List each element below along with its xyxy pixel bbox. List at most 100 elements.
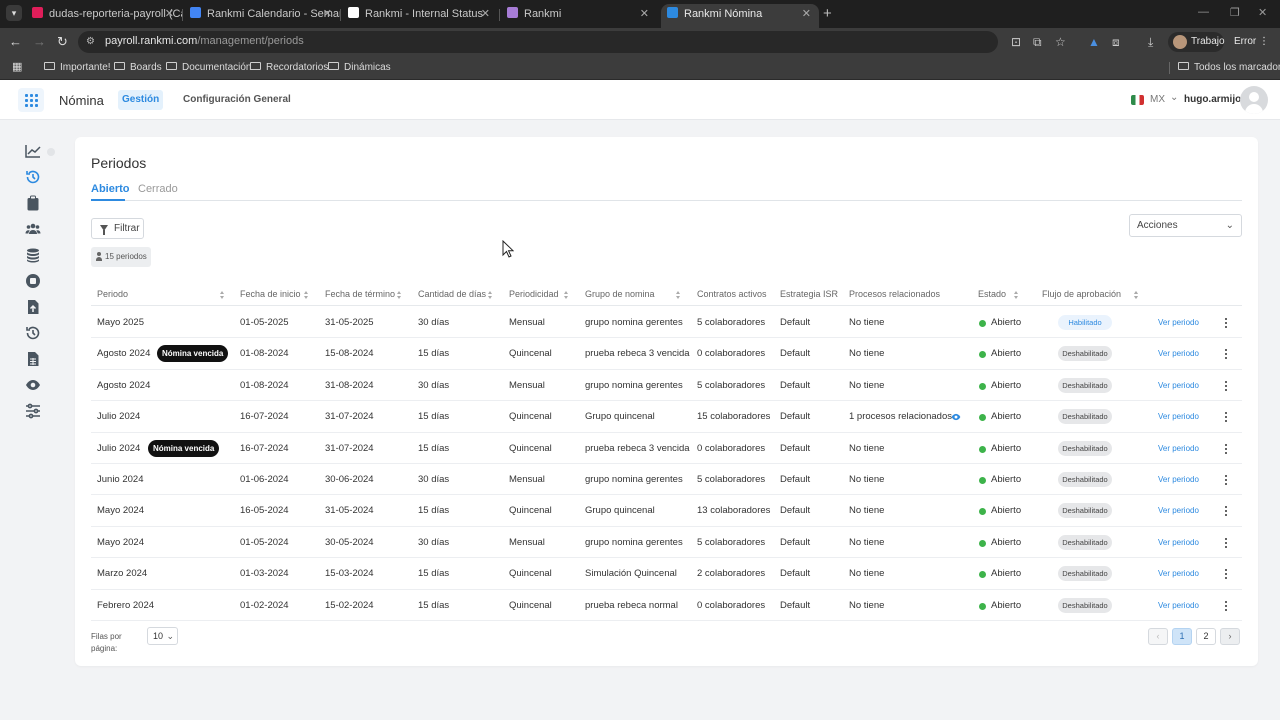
sort-arrows-icon[interactable] bbox=[488, 291, 493, 300]
more-vert-icon[interactable] bbox=[1220, 504, 1232, 518]
all-bookmarks-folder[interactable]: Todos los marcadores bbox=[1178, 61, 1280, 74]
view-period-link[interactable]: Ver periodo bbox=[1158, 412, 1199, 421]
drive-extension-icon[interactable]: ▲ bbox=[1088, 35, 1100, 49]
sort-arrows-icon[interactable] bbox=[564, 291, 569, 300]
install-app-icon[interactable]: ⊡ bbox=[1011, 35, 1021, 49]
view-period-link[interactable]: Ver periodo bbox=[1158, 538, 1199, 547]
actions-dropdown[interactable]: Acciones ⌄ bbox=[1129, 214, 1242, 237]
upload-file-icon[interactable] bbox=[25, 299, 41, 315]
sort-arrows-icon[interactable] bbox=[397, 291, 402, 300]
extensions-puzzle-icon[interactable]: ⧈ bbox=[1112, 35, 1120, 49]
more-vert-icon[interactable] bbox=[1220, 316, 1232, 330]
site-settings-icon[interactable]: ⚙ bbox=[86, 36, 98, 48]
table-row[interactable]: Julio 2024 16-07-2024 31-07-2024 15 días Qui… bbox=[91, 401, 1242, 433]
view-period-link[interactable]: Ver periodo bbox=[1158, 381, 1199, 390]
bookmark-star-icon[interactable]: ☆ bbox=[1055, 35, 1066, 49]
page-button-2[interactable]: 2 bbox=[1196, 628, 1216, 645]
user-avatar[interactable] bbox=[1240, 86, 1268, 114]
more-vert-icon[interactable] bbox=[1220, 442, 1232, 456]
history-icon[interactable] bbox=[25, 169, 41, 185]
maximize-icon[interactable]: ❐ bbox=[1230, 6, 1240, 19]
bookmark-folder[interactable]: Dinámicas bbox=[328, 61, 391, 74]
tab-close-icon[interactable]: ✕ bbox=[802, 4, 811, 24]
more-vert-icon[interactable] bbox=[1220, 347, 1232, 361]
forward-arrow-icon[interactable]: → bbox=[33, 34, 46, 50]
clipboard-icon[interactable] bbox=[25, 195, 41, 211]
page-button-1[interactable]: 1 bbox=[1172, 628, 1192, 645]
view-period-link[interactable]: Ver periodo bbox=[1158, 506, 1199, 515]
eye-icon[interactable] bbox=[951, 411, 961, 421]
browser-tab[interactable]: Rankmi - Internal Status ✕ bbox=[342, 4, 498, 28]
table-row[interactable]: Febrero 2024 01-02-2024 15-02-2024 15 días Q… bbox=[91, 590, 1242, 621]
column-header[interactable]: Estado bbox=[978, 289, 1006, 299]
reload-icon[interactable]: ↻ bbox=[57, 34, 68, 50]
bookmark-folder[interactable]: Importante! bbox=[44, 61, 111, 74]
column-header[interactable]: Estrategia ISR bbox=[780, 289, 838, 299]
profile-chip[interactable]: Trabajo bbox=[1168, 32, 1225, 52]
spreadsheet-icon[interactable] bbox=[25, 351, 41, 367]
sliders-icon[interactable] bbox=[25, 403, 41, 419]
chart-line-icon[interactable] bbox=[25, 143, 41, 159]
tab-close-icon[interactable]: ✕ bbox=[323, 4, 332, 24]
table-row[interactable]: Mayo 2025 01-05-2025 31-05-2025 30 días Mens… bbox=[91, 307, 1242, 339]
table-row[interactable]: Julio 2024 Nómina vencida 16-07-2024 31-07-… bbox=[91, 433, 1242, 464]
browser-tab[interactable]: Rankmi Nómina ✕ bbox=[661, 4, 819, 28]
tab-search-chevron-icon[interactable]: ▾ bbox=[6, 5, 22, 21]
more-vert-icon[interactable] bbox=[1220, 473, 1232, 487]
minimize-icon[interactable]: — bbox=[1198, 6, 1209, 18]
filter-button[interactable]: Filtrar bbox=[91, 218, 144, 239]
more-vert-icon[interactable] bbox=[1220, 536, 1232, 550]
browser-tab[interactable]: dudas-reporteria-payroll (Cana✕ bbox=[26, 4, 182, 28]
tab-cerrado[interactable]: Cerrado bbox=[138, 183, 178, 195]
download-icon[interactable]: ⤓ bbox=[1148, 35, 1153, 49]
column-header[interactable]: Periodicidad bbox=[509, 289, 559, 299]
tab-close-icon[interactable]: ✕ bbox=[165, 4, 174, 24]
more-vert-icon[interactable] bbox=[1220, 379, 1232, 393]
nav-configuracion-general[interactable]: Configuración General bbox=[183, 94, 291, 105]
url-text[interactable]: payroll.rankmi.com/management/periods bbox=[105, 35, 304, 47]
sort-arrows-icon[interactable] bbox=[220, 291, 225, 300]
sort-arrows-icon[interactable] bbox=[1134, 291, 1139, 300]
eye-icon[interactable] bbox=[25, 377, 41, 393]
bookmark-folder[interactable]: Boards bbox=[114, 61, 162, 74]
users-icon[interactable] bbox=[25, 221, 41, 237]
stop-circle-icon[interactable] bbox=[25, 273, 41, 289]
view-period-link[interactable]: Ver periodo bbox=[1158, 318, 1199, 327]
table-row[interactable]: Agosto 2024 Nómina vencida 01-08-2024 15-08… bbox=[91, 338, 1242, 370]
table-row[interactable]: Mayo 2024 16-05-2024 31-05-2024 15 días Quin… bbox=[91, 495, 1242, 527]
nav-gestion[interactable]: Gestión bbox=[118, 90, 164, 110]
table-row[interactable]: Mayo 2024 01-05-2024 30-05-2024 30 días Mens… bbox=[91, 527, 1242, 559]
sort-arrows-icon[interactable] bbox=[1014, 291, 1019, 300]
history-icon[interactable] bbox=[25, 325, 41, 341]
view-period-link[interactable]: Ver periodo bbox=[1158, 601, 1199, 610]
coins-icon[interactable] bbox=[25, 247, 41, 263]
error-button[interactable]: Error ⋮ bbox=[1234, 32, 1269, 52]
sort-arrows-icon[interactable] bbox=[304, 291, 309, 300]
view-period-link[interactable]: Ver periodo bbox=[1158, 569, 1199, 578]
translate-icon[interactable]: ⧉ bbox=[1033, 35, 1042, 49]
new-tab-plus-icon[interactable]: + bbox=[823, 4, 832, 24]
more-vert-icon[interactable] bbox=[1220, 599, 1232, 613]
mexico-flag-icon[interactable] bbox=[1131, 95, 1144, 105]
column-header[interactable]: Procesos relacionados bbox=[849, 289, 940, 299]
column-header[interactable]: Grupo de nomina bbox=[585, 289, 655, 299]
column-header[interactable]: Cantidad de días bbox=[418, 289, 486, 299]
close-window-icon[interactable]: ✕ bbox=[1258, 6, 1267, 19]
bookmark-folder[interactable]: Recordatorios bbox=[250, 61, 328, 74]
rows-per-page-select[interactable]: 10 ⌄ bbox=[147, 627, 178, 645]
column-header[interactable]: Fecha de término bbox=[325, 289, 395, 299]
url-omnibox[interactable]: ⚙ payroll.rankmi.com/management/periods bbox=[78, 31, 998, 53]
country-selector[interactable]: MX bbox=[1150, 94, 1165, 105]
view-period-link[interactable]: Ver periodo bbox=[1158, 475, 1199, 484]
column-header[interactable]: Periodo bbox=[97, 289, 128, 299]
table-row[interactable]: Junio 2024 01-06-2024 30-06-2024 30 días Men… bbox=[91, 464, 1242, 496]
next-page-button[interactable]: › bbox=[1220, 628, 1240, 645]
sort-arrows-icon[interactable] bbox=[676, 291, 681, 300]
username[interactable]: hugo.armijo bbox=[1184, 94, 1241, 105]
view-period-link[interactable]: Ver periodo bbox=[1158, 349, 1199, 358]
browser-tab[interactable]: Rankmi ✕ bbox=[501, 4, 657, 28]
chevron-down-icon[interactable]: ⌄ bbox=[1170, 92, 1178, 103]
apps-menu-grid-icon[interactable] bbox=[18, 88, 44, 112]
tab-abierto[interactable]: Abierto bbox=[91, 183, 130, 195]
more-vert-icon[interactable] bbox=[1220, 567, 1232, 581]
